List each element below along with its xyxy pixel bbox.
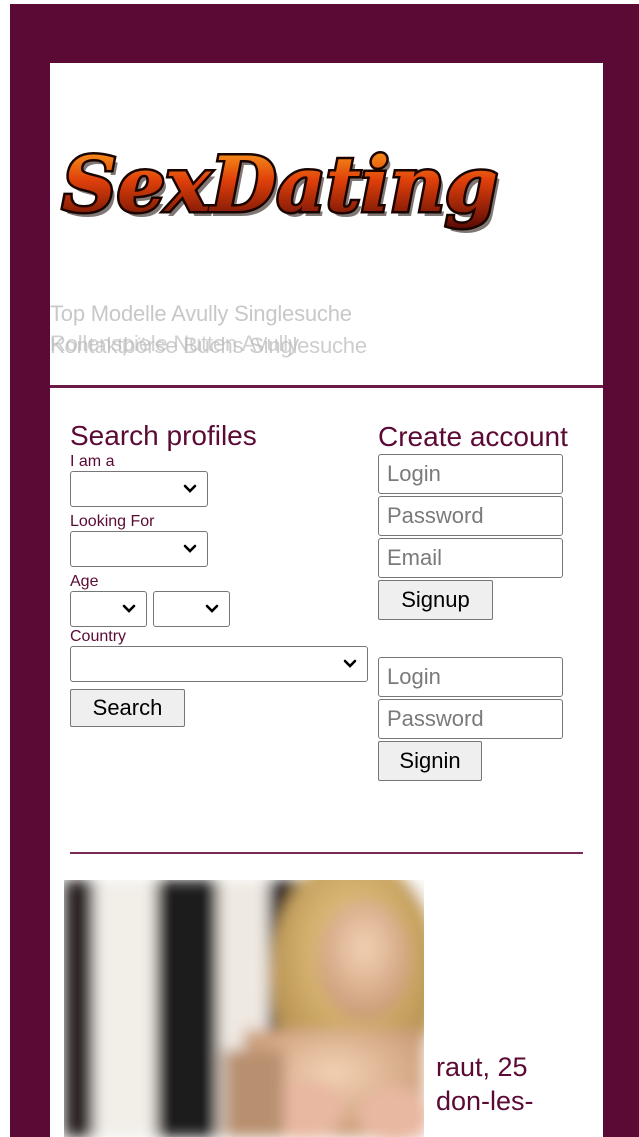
i-am-label: I am a: [70, 453, 115, 470]
country-label: Country: [70, 628, 127, 645]
looking-for-label: Looking For: [70, 513, 155, 530]
looking-for-select[interactable]: [70, 531, 208, 567]
chevron-down-icon: [183, 544, 197, 553]
signin-password-field[interactable]: [378, 699, 563, 739]
header-tagline[interactable]: Top Modelle Avully Singlesuche: [50, 301, 352, 327]
svg-text:SexDating: SexDating: [62, 140, 498, 229]
country-select[interactable]: [70, 646, 368, 682]
section-divider: [70, 852, 583, 854]
signup-password-field[interactable]: [378, 496, 563, 536]
header-divider: [50, 385, 603, 388]
i-am-select[interactable]: [70, 471, 208, 507]
chevron-down-icon: [122, 604, 136, 613]
profile-card[interactable]: raut, 25 don-les-: [64, 880, 603, 1137]
content-panel: SexDating SexDating Top Modelle Avully S…: [50, 63, 603, 1137]
search-form: Search profiles I am a Looking For Age C…: [70, 420, 370, 727]
signin-login-field[interactable]: [378, 657, 563, 697]
profile-photo[interactable]: [64, 880, 424, 1137]
profile-name-age: raut, 25: [436, 1052, 528, 1082]
site-header: SexDating SexDating Top Modelle Avully S…: [50, 63, 603, 385]
create-account-title: Create account: [378, 421, 568, 452]
search-button[interactable]: Search: [70, 689, 185, 727]
account-forms: Create account Signup Signin: [378, 420, 568, 781]
signup-email-field[interactable]: [378, 538, 563, 578]
profile-location: don-les-: [436, 1086, 534, 1116]
chevron-down-icon: [343, 659, 357, 668]
signup-button[interactable]: Signup: [378, 580, 493, 620]
signin-button[interactable]: Signin: [378, 741, 482, 781]
age-to-select[interactable]: [153, 591, 230, 627]
header-tagline[interactable]: Kontaktbörse Buchs Singlesuche: [50, 333, 367, 359]
chevron-down-icon: [205, 604, 219, 613]
site-logo[interactable]: SexDating SexDating: [56, 131, 516, 241]
profile-summary[interactable]: raut, 25 don-les-: [436, 1050, 534, 1118]
chevron-down-icon: [183, 484, 197, 493]
signup-login-field[interactable]: [378, 454, 563, 494]
search-title: Search profiles: [70, 420, 257, 451]
age-from-select[interactable]: [70, 591, 147, 627]
age-label: Age: [70, 573, 99, 590]
